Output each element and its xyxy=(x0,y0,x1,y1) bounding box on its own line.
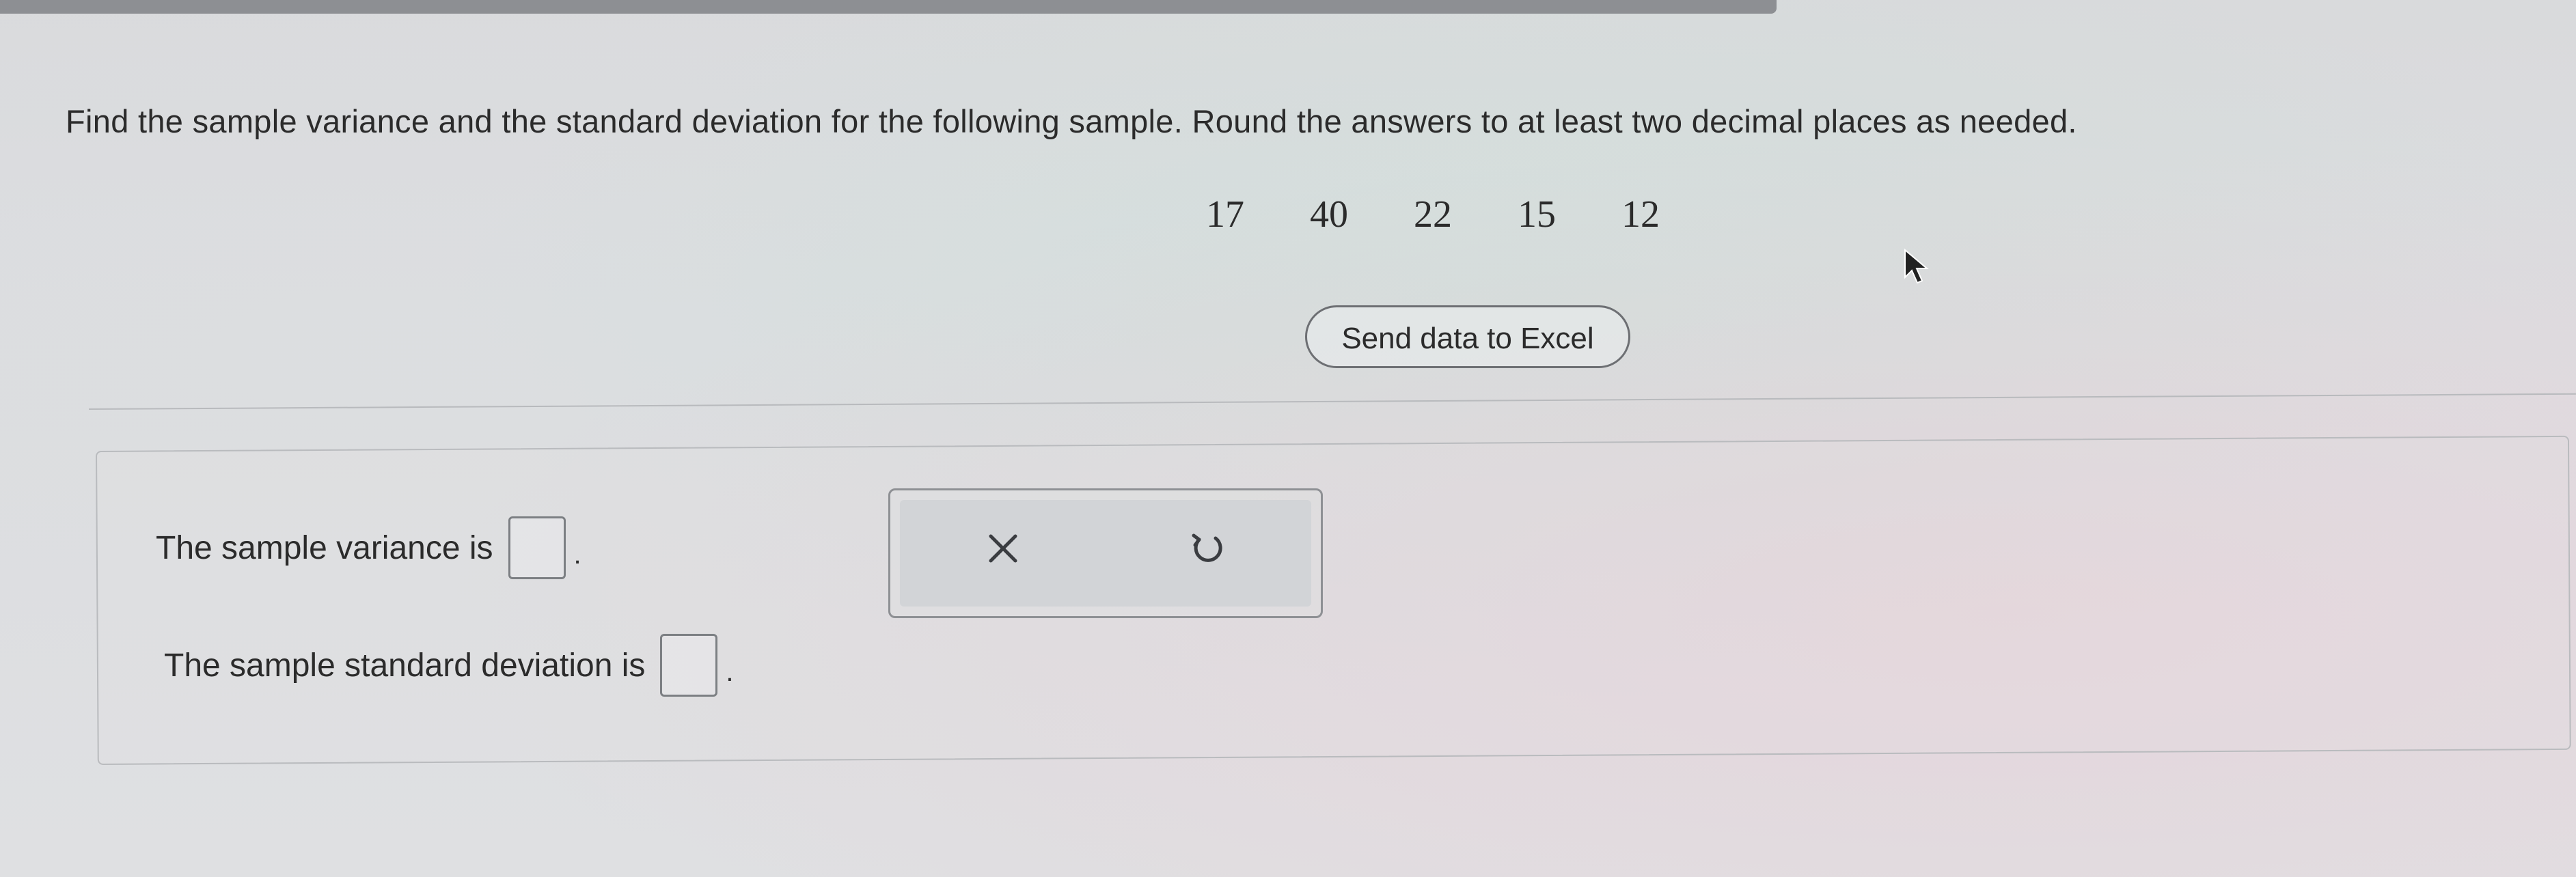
stddev-input[interactable] xyxy=(660,634,718,697)
mouse-cursor-icon xyxy=(1902,247,1932,292)
question-text: Find the sample variance and the standar… xyxy=(66,103,2077,139)
x-icon xyxy=(989,534,1017,563)
variance-label: The sample variance is xyxy=(156,529,493,566)
answer-tools-inner xyxy=(900,500,1311,607)
sample-value: 22 xyxy=(1414,193,1452,236)
answer-panel xyxy=(96,435,2571,765)
variance-answer-row: The sample variance is . xyxy=(156,516,581,579)
stddev-answer-row: The sample standard deviation is . xyxy=(164,634,734,697)
send-data-to-excel-button[interactable]: Send data to Excel xyxy=(1305,305,1630,368)
variance-input[interactable] xyxy=(508,516,566,579)
answer-tools-panel xyxy=(888,488,1323,618)
top-bar xyxy=(0,0,1777,14)
stddev-period: . xyxy=(726,657,734,687)
clear-answer-button[interactable] xyxy=(972,518,1034,579)
undo-button[interactable] xyxy=(1177,518,1239,579)
sample-value: 17 xyxy=(1206,193,1244,236)
sample-value: 12 xyxy=(1621,193,1660,236)
sample-value: 15 xyxy=(1518,193,1556,236)
undo-icon xyxy=(1192,533,1222,562)
sample-value: 40 xyxy=(1310,193,1348,236)
sample-data: 17 40 22 15 12 xyxy=(1206,193,1725,236)
stddev-label: The sample standard deviation is xyxy=(164,647,646,684)
section-divider xyxy=(88,393,2576,410)
variance-period: . xyxy=(573,540,581,570)
